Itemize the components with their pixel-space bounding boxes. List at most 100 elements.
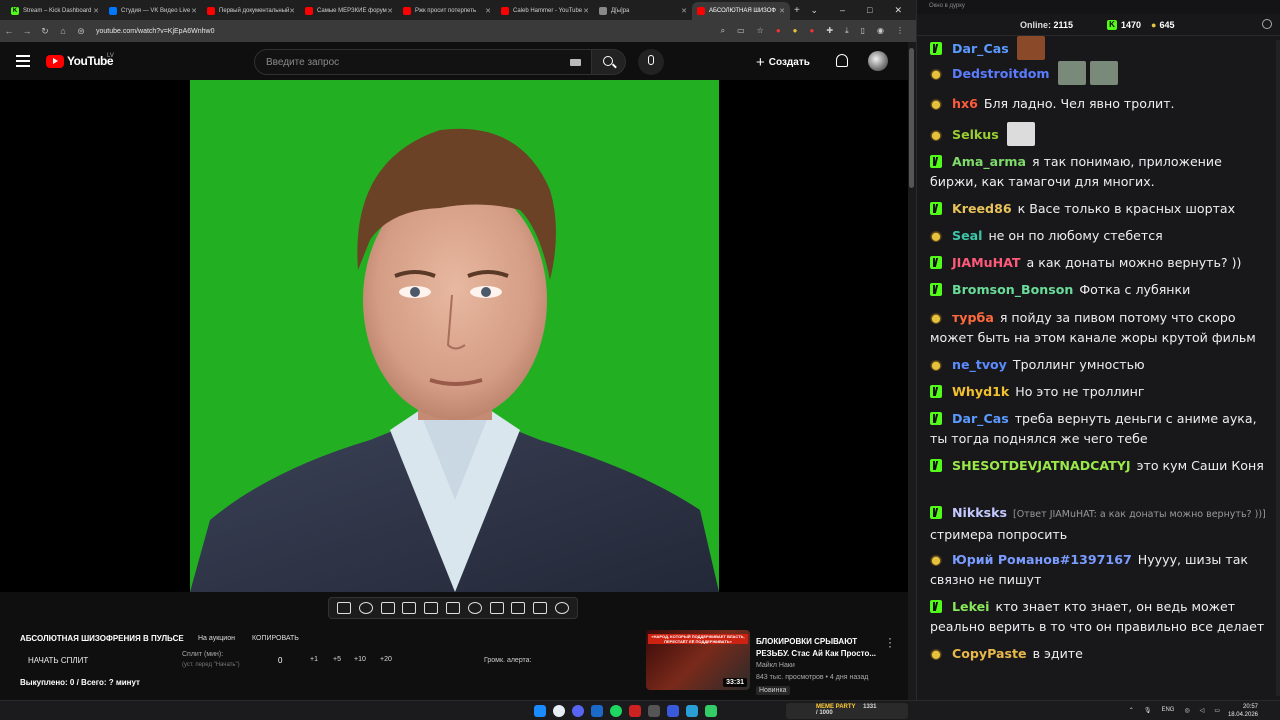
browser-tab[interactable]: Самые МЕРЗКИЕ форум ✕ [300, 2, 398, 20]
chat-username[interactable]: CopyPaste [952, 646, 1027, 661]
chat-username[interactable]: Lekei [952, 599, 989, 614]
browser-tab[interactable]: Студия — VK Видео Live ✕ [104, 2, 202, 20]
recommended-channel[interactable]: Майкл Наки [756, 662, 795, 669]
create-button[interactable]: + Создать [756, 51, 810, 73]
tab-close-icon[interactable]: ✕ [93, 7, 99, 15]
profile-icon[interactable]: ◉ [877, 26, 884, 36]
avatar[interactable] [868, 51, 888, 71]
close-window-button[interactable]: ✕ [894, 5, 902, 16]
chat-username[interactable]: SHESOTDEVJATNADCATYJ [952, 458, 1131, 473]
back-button[interactable]: ← [0, 26, 18, 36]
tab-close-icon[interactable]: ✕ [289, 7, 295, 15]
language-indicator[interactable]: ENG [1161, 707, 1174, 714]
more-options-icon[interactable]: · · · [888, 632, 892, 652]
page-scrollbar[interactable] [908, 42, 916, 700]
chat-username[interactable]: Seal [952, 228, 982, 243]
chat-username[interactable]: Kreed86 [952, 201, 1012, 216]
chat-settings-icon[interactable] [1262, 19, 1272, 29]
zoom-icon[interactable]: ⌕ [721, 26, 725, 36]
extension-icon[interactable]: ● [810, 26, 815, 36]
film-icon[interactable] [445, 602, 460, 614]
copy-button[interactable]: КОПИРОВАТЬ [252, 635, 299, 642]
screenshot-icon[interactable] [424, 602, 439, 614]
video-player[interactable] [0, 80, 908, 592]
playlist-icon[interactable] [380, 602, 395, 614]
flask-icon[interactable] [533, 602, 548, 614]
discord-icon[interactable] [572, 705, 584, 717]
start-split-button[interactable]: НАЧАТЬ СПЛИТ [28, 656, 88, 665]
chrome-icon[interactable] [553, 705, 565, 717]
clapper-icon[interactable] [402, 602, 417, 614]
chat-username[interactable]: Selkus [952, 127, 999, 142]
scrollbar-thumb[interactable] [909, 48, 914, 188]
obs-icon[interactable] [629, 705, 641, 717]
new-tab-button[interactable]: + [794, 5, 800, 16]
chat-username[interactable]: Dar_Cas [952, 411, 1009, 426]
tab-search-icon[interactable]: ⌄ [810, 5, 818, 16]
chat-scrollbar[interactable] [1276, 40, 1280, 696]
browser-tab[interactable]: АБСОЛЮТНАЯ ШИЗОФ ✕ [692, 2, 790, 20]
extension-icon[interactable]: ● [793, 26, 798, 36]
auction-button[interactable]: На аукцион [198, 635, 235, 642]
tab-close-icon[interactable]: ✕ [485, 7, 491, 15]
spotify-icon[interactable] [610, 705, 622, 717]
forward-button[interactable]: → [18, 26, 36, 36]
url-field[interactable]: youtube.com/watch?v=KjEpA6Wnhw0 [96, 28, 214, 35]
video-frame[interactable] [190, 80, 719, 592]
speed-icon[interactable] [467, 602, 482, 614]
battery-icon[interactable]: ▭ [1214, 707, 1220, 714]
browser-tab[interactable]: Д[ы]ра ✕ [594, 2, 692, 20]
volume-icon[interactable]: ◁ [1200, 707, 1205, 714]
menu-dots-icon[interactable]: ⋮ [896, 26, 904, 36]
telegram-icon[interactable] [686, 705, 698, 717]
increment-10-button[interactable]: +10 [354, 656, 366, 663]
increment-5-button[interactable]: +5 [333, 656, 341, 663]
chat-username[interactable]: JIAMuHAT [952, 255, 1021, 270]
bookmark-star-icon[interactable]: ☆ [757, 26, 764, 36]
keyboard-icon[interactable] [570, 59, 581, 66]
increment-1-button[interactable]: +1 [310, 656, 318, 663]
tray-chevron-icon[interactable]: ⌃ [1129, 707, 1134, 714]
minimize-button[interactable]: – [840, 5, 845, 16]
chat-username[interactable]: hx6 [952, 96, 978, 111]
chat-username[interactable]: турба [952, 310, 994, 325]
chat-username[interactable]: Юрий Романов#1397167 [952, 552, 1132, 567]
menu-icon[interactable] [16, 55, 30, 70]
chat-username[interactable]: Ama_arma [952, 154, 1026, 169]
browser-tab[interactable]: Ржк просит потерпеть ✕ [398, 2, 496, 20]
search-button[interactable] [592, 49, 626, 75]
media-player-icon[interactable] [667, 705, 679, 717]
shuffle-icon[interactable] [336, 602, 351, 614]
youtube-logo[interactable]: YouTube [46, 54, 114, 68]
add-icon[interactable] [489, 602, 504, 614]
chat-username[interactable]: Whyd1k [952, 384, 1009, 399]
extension-icon[interactable]: ● [776, 26, 781, 36]
split-min-value[interactable]: 0 [278, 656, 282, 665]
tab-close-icon[interactable]: ✕ [583, 7, 589, 15]
camera-icon[interactable] [511, 602, 526, 614]
app-icon[interactable] [705, 705, 717, 717]
clock[interactable]: 20:57 18.04.2026 [1228, 703, 1258, 719]
site-info-icon[interactable]: ⊜ [72, 26, 90, 37]
recommended-title[interactable]: БЛОКИРОВКИ СРЫВАЮТ РЕЗЬБУ. Стас Ай Как П… [756, 636, 886, 660]
reload-button[interactable]: ↻ [36, 26, 54, 37]
tab-close-icon[interactable]: ✕ [191, 7, 197, 15]
start-icon[interactable] [534, 705, 546, 717]
steam-icon[interactable] [591, 705, 603, 717]
tab-close-icon[interactable]: ✕ [387, 7, 393, 15]
chat-username[interactable]: Bromson_Bonson [952, 282, 1073, 297]
maximize-button[interactable]: □ [867, 5, 872, 16]
chat-username[interactable]: ne_tvoy [952, 357, 1007, 372]
chat-username[interactable]: Dedstroitdom [952, 66, 1050, 81]
cast-icon[interactable]: ▭ [737, 26, 745, 36]
home-icon[interactable]: ⌂ [54, 26, 72, 36]
recommended-thumbnail[interactable]: «НАРОД, КОТОРЫЙ ПОДДЕРЖИВАЕТ ВЛАСТЬ, ПЕР… [646, 630, 750, 690]
search-input[interactable] [255, 50, 545, 74]
app-icon[interactable] [648, 705, 660, 717]
voice-search-button[interactable] [638, 49, 664, 75]
chat-username[interactable]: Nikksks [952, 505, 1007, 520]
browser-tab[interactable]: K Stream – Kick Dashboard ✕ [6, 2, 104, 20]
broadcast-icon[interactable] [358, 602, 373, 614]
notifications-bell-icon[interactable] [836, 54, 848, 67]
meme-party-widget[interactable]: MEME PARTY 1331 / 1000 [786, 703, 908, 719]
